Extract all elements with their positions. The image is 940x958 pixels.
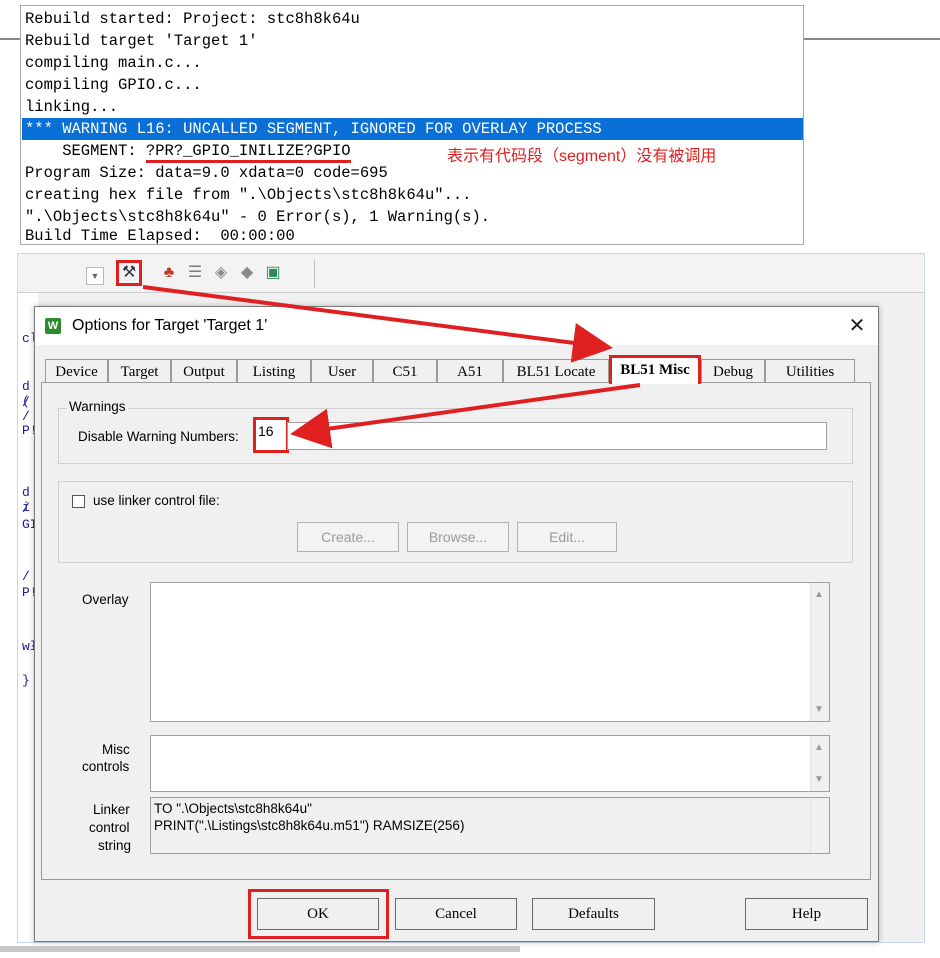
pack-installer-icon[interactable]: ◆	[236, 262, 258, 284]
segment-prefix: SEGMENT:	[25, 142, 146, 160]
defaults-button[interactable]: Defaults	[532, 898, 655, 930]
tab-bl51-misc[interactable]: BL51 Misc	[609, 355, 701, 384]
tab-c51[interactable]: C51	[373, 359, 437, 383]
build-line: Program Size: data=9.0 xdata=0 code=695	[25, 164, 388, 182]
tab-utilities[interactable]: Utilities	[765, 359, 855, 383]
build-line: compiling GPIO.c...	[25, 76, 202, 94]
cancel-button[interactable]: Cancel	[395, 898, 517, 930]
build-line: ".\Objects\stc8h8k64u" - 0 Error(s), 1 W…	[25, 208, 491, 226]
linker-string-line-1: TO ".\Objects\stc8h8k64u"	[154, 801, 312, 816]
tab-debug[interactable]: Debug	[701, 359, 765, 383]
linker-label-1: Linker	[93, 802, 130, 817]
tab-bl51-locate[interactable]: BL51 Locate	[503, 359, 609, 383]
scroll-up-icon[interactable]: ▲	[814, 742, 824, 753]
scroll-up-icon[interactable]: ▲	[814, 589, 824, 600]
options-dialog: W Options for Target 'Target 1' ✕ Device…	[34, 306, 879, 942]
ide-toolbar: ▼ ⚒ ♣ ☰ ◈ ◆ ▣	[18, 254, 924, 293]
create-button[interactable]: Create...	[297, 522, 399, 552]
build-warning-line[interactable]: *** WARNING L16: UNCALLED SEGMENT, IGNOR…	[22, 118, 803, 140]
scroll-down-icon[interactable]: ▼	[814, 774, 824, 785]
file-extensions-icon[interactable]: ☰	[184, 262, 206, 284]
overlay-label: Overlay	[82, 592, 129, 607]
linker-file-group: use linker control file: Create... Brows…	[58, 481, 853, 563]
linker-file-checkbox[interactable]	[72, 495, 85, 508]
code-line: /	[22, 501, 30, 516]
disable-warning-label: Disable Warning Numbers:	[78, 429, 239, 444]
multi-project-icon[interactable]: ◈	[210, 262, 232, 284]
linker-label-3: string	[98, 838, 132, 853]
tab-user[interactable]: User	[311, 359, 373, 383]
tab-output[interactable]: Output	[171, 359, 237, 383]
toolbar-separator	[314, 260, 315, 288]
linker-string-line-2: PRINT(".\Listings\stc8h8k64u.m51") RAMSI…	[154, 818, 465, 833]
target-options-icon[interactable]: ⚒	[116, 260, 142, 286]
misc-label-1: Misc	[102, 742, 130, 757]
build-output-panel: Rebuild started: Project: stc8h8k64u Reb…	[20, 5, 804, 245]
tab-listing[interactable]: Listing	[237, 359, 311, 383]
linker-label-2: control	[89, 820, 130, 835]
uvision-icon: W	[45, 318, 61, 334]
tab-target[interactable]: Target	[108, 359, 171, 383]
build-line: Build Time Elapsed: 00:00:00	[25, 227, 295, 245]
code-line: /	[22, 409, 30, 424]
tab-a51[interactable]: A51	[437, 359, 503, 383]
help-button[interactable]: Help	[745, 898, 868, 930]
dialog-title: Options for Target 'Target 1'	[72, 317, 268, 334]
disable-warning-input-ext[interactable]	[287, 422, 827, 450]
misc-scrollbar[interactable]: ▲ ▼	[810, 736, 829, 791]
code-line: /	[22, 395, 30, 410]
misc-label-2: controls	[82, 759, 130, 774]
warnings-group: Warnings Disable Warning Numbers: 16	[58, 399, 853, 464]
dropdown-arrow-icon[interactable]: ▼	[86, 267, 104, 285]
annotation-note: 表示有代码段（segment）没有被调用	[447, 148, 717, 165]
misc-controls-textarea[interactable]: ▲ ▼	[150, 735, 830, 792]
segment-name: ?PR?_GPIO_INILIZE?GPIO	[145, 143, 351, 163]
disable-warning-input[interactable]: 16	[253, 417, 289, 453]
overlay-scrollbar[interactable]: ▲ ▼	[810, 583, 829, 721]
code-line: }	[22, 673, 30, 688]
build-line: Rebuild target 'Target 1'	[25, 32, 258, 50]
bl51-misc-panel: Warnings Disable Warning Numbers: 16 use…	[41, 382, 871, 880]
window-edge	[0, 38, 22, 40]
build-line: creating hex file from ".\Objects\stc8h8…	[25, 186, 472, 204]
warnings-group-label: Warnings	[67, 399, 128, 414]
horizontal-scrollbar[interactable]	[0, 946, 520, 952]
overlay-textarea[interactable]: ▲ ▼	[150, 582, 830, 722]
linker-control-string: TO ".\Objects\stc8h8k64u" PRINT(".\Listi…	[150, 797, 830, 854]
select-packs-icon[interactable]: ▣	[262, 262, 284, 284]
tab-device[interactable]: Device	[45, 359, 108, 383]
manage-components-icon[interactable]: ♣	[158, 262, 180, 284]
build-line: linking...	[25, 98, 119, 116]
window-edge	[804, 38, 940, 40]
segment-line: SEGMENT: ?PR?_GPIO_INILIZE?GPIO	[25, 140, 351, 163]
code-line: /	[22, 569, 30, 584]
linker-scrollbar	[810, 798, 829, 853]
build-line: Rebuild started: Project: stc8h8k64u	[25, 10, 360, 28]
edit-button[interactable]: Edit...	[517, 522, 617, 552]
scroll-down-icon[interactable]: ▼	[814, 704, 824, 715]
browse-button[interactable]: Browse...	[407, 522, 509, 552]
build-line: compiling main.c...	[25, 54, 202, 72]
dialog-titlebar[interactable]: W Options for Target 'Target 1' ✕	[35, 307, 878, 345]
ok-button[interactable]: OK	[257, 898, 379, 930]
close-icon[interactable]: ✕	[842, 311, 872, 341]
tab-strip: Device Target Output Listing User C51 A5…	[43, 355, 869, 384]
linker-file-label: use linker control file:	[93, 493, 220, 508]
